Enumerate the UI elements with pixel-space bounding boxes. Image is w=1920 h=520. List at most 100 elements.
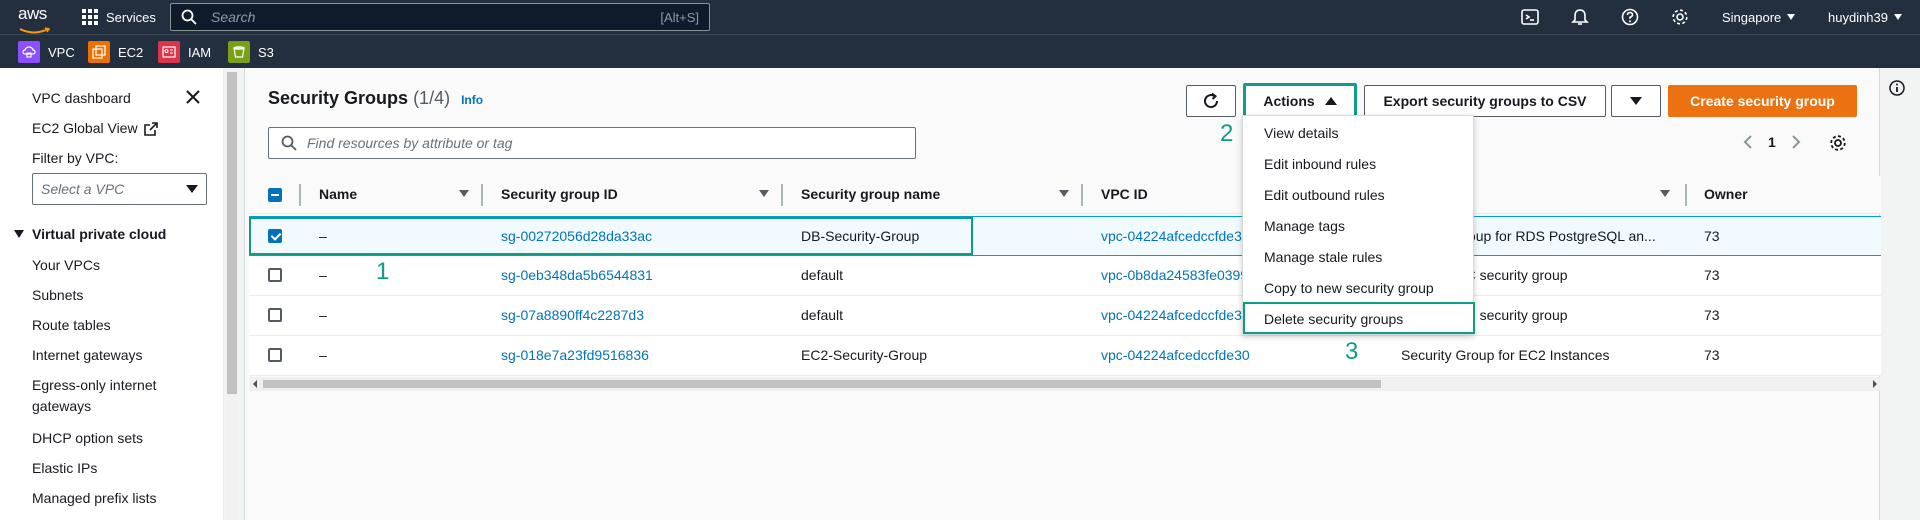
- info-link[interactable]: Info: [461, 93, 483, 107]
- menu-item-view-details[interactable]: View details: [1264, 125, 1338, 141]
- sidebar-item-route-tables[interactable]: Route tables: [32, 316, 111, 335]
- chevron-left-icon[interactable]: [1742, 134, 1754, 150]
- favorite-s3[interactable]: S3: [228, 41, 274, 63]
- column-divider: [299, 184, 301, 206]
- scroll-left-arrow-icon[interactable]: [252, 380, 258, 388]
- notifications-icon[interactable]: [1571, 8, 1589, 26]
- cell-security-group-id[interactable]: sg-018e7a23fd9516836: [501, 347, 649, 363]
- sidebar-item-elastic-ips[interactable]: Elastic IPs: [32, 459, 97, 478]
- sidebar-item-managed-prefix-lists[interactable]: Managed prefix lists: [32, 489, 157, 508]
- row-checkbox[interactable]: [268, 268, 282, 282]
- column-header-security-group-id[interactable]: Security group ID: [501, 186, 618, 202]
- cell-vpc-id[interactable]: vpc-04224afcedccfde30: [1101, 228, 1250, 244]
- menu-item-manage-stale-rules[interactable]: Manage stale rules: [1264, 249, 1382, 265]
- table-horizontal-scrollbar[interactable]: [249, 377, 1881, 391]
- caret-up-icon: [1324, 97, 1337, 105]
- cell-name: –: [319, 347, 327, 363]
- menu-item-edit-outbound-rules[interactable]: Edit outbound rules: [1264, 187, 1385, 203]
- settings-gear-icon[interactable]: [1671, 8, 1689, 26]
- scrollbar-thumb[interactable]: [227, 72, 237, 394]
- cell-owner: 73: [1704, 307, 1720, 323]
- cell-security-group-name: default: [801, 267, 844, 283]
- services-grid-icon: [82, 9, 98, 25]
- chevron-right-icon[interactable]: [1790, 134, 1802, 150]
- filter-placeholder: Find resources by attribute or tag: [307, 135, 513, 151]
- main-content: Security Groups (1/4) Info Actions Expor…: [240, 68, 1905, 520]
- table-row[interactable]: – sg-07a8890ff4c2287d3 default vpc-04224…: [249, 296, 1881, 336]
- sort-caret-icon[interactable]: [459, 190, 469, 197]
- sort-caret-icon[interactable]: [759, 190, 769, 197]
- favorite-iam[interactable]: IAM: [158, 41, 211, 63]
- column-header-vpc-id[interactable]: VPC ID: [1101, 186, 1148, 202]
- vpc-service-icon: [18, 41, 40, 63]
- export-label: Export security groups to CSV: [1383, 93, 1587, 109]
- table-row[interactable]: – sg-0eb348da5b6544831 default vpc-0b8da…: [249, 256, 1881, 296]
- cell-security-group-id[interactable]: sg-0eb348da5b6544831: [501, 267, 653, 283]
- export-csv-button[interactable]: Export security groups to CSV: [1364, 85, 1606, 117]
- cell-vpc-id[interactable]: vpc-0b8da24583fe0399: [1101, 267, 1248, 283]
- region-label: Singapore: [1722, 9, 1782, 25]
- aws-logo[interactable]: aws: [18, 5, 52, 34]
- actions-label: Actions: [1263, 93, 1315, 109]
- sidebar-item-egress-only-internet-gateways[interactable]: Egress-only internet gateways: [32, 376, 157, 416]
- sidebar-item-dhcp-option-sets[interactable]: DHCP option sets: [32, 429, 143, 448]
- column-header-security-group-name[interactable]: Security group name: [801, 186, 940, 202]
- cell-vpc-id[interactable]: vpc-04224afcedccfde30: [1101, 307, 1250, 323]
- favorite-vpc[interactable]: VPC: [18, 41, 75, 63]
- page-title: Security Groups (1/4) Info: [268, 88, 483, 109]
- cell-owner: 73: [1704, 347, 1720, 363]
- select-all-checkbox[interactable]: [268, 188, 282, 202]
- table-preferences-gear-icon[interactable]: [1829, 134, 1847, 152]
- row-checkbox[interactable]: [268, 308, 282, 322]
- sidebar-item-subnets[interactable]: Subnets: [32, 286, 83, 305]
- cell-name: –: [319, 307, 327, 323]
- sidebar-item-ec2-global-view[interactable]: EC2 Global View: [32, 119, 158, 138]
- info-panel-icon[interactable]: [1889, 80, 1905, 96]
- cell-vpc-id[interactable]: vpc-04224afcedccfde30: [1101, 347, 1250, 363]
- delete-item-highlight: [1243, 302, 1475, 334]
- cell-name: –: [319, 267, 327, 283]
- cloudshell-icon[interactable]: [1521, 8, 1539, 26]
- sidebar-item-internet-gateways[interactable]: Internet gateways: [32, 346, 143, 365]
- page-title-text: Security Groups: [268, 88, 409, 108]
- cell-security-group-name: default: [801, 307, 844, 323]
- search-icon: [181, 9, 197, 25]
- caret-down-icon: [1894, 14, 1902, 20]
- sort-caret-icon[interactable]: [1059, 190, 1069, 197]
- refresh-button[interactable]: [1186, 85, 1236, 117]
- region-selector[interactable]: Singapore: [1722, 0, 1796, 34]
- menu-item-copy-to-new-security-group[interactable]: Copy to new security group: [1264, 280, 1434, 296]
- step-label-1: 1: [376, 258, 390, 285]
- help-icon[interactable]: [1621, 8, 1639, 26]
- page-number[interactable]: 1: [1768, 134, 1776, 150]
- vpc-filter-select[interactable]: Select a VPC: [32, 173, 207, 205]
- sidebar-item-vpc-dashboard[interactable]: VPC dashboard: [32, 89, 131, 108]
- step-label-2: 2: [1220, 120, 1234, 147]
- resource-filter-input[interactable]: Find resources by attribute or tag: [268, 127, 916, 159]
- services-menu[interactable]: Services: [82, 0, 156, 34]
- external-link-icon: [143, 121, 158, 136]
- global-search-input[interactable]: Search [Alt+S]: [170, 3, 710, 31]
- sidebar-item-your-vpcs[interactable]: Your VPCs: [32, 256, 100, 275]
- scrollbar-thumb[interactable]: [263, 380, 1381, 388]
- create-security-group-button[interactable]: Create security group: [1668, 85, 1857, 117]
- sort-caret-icon[interactable]: [1660, 190, 1670, 197]
- caret-down-icon: [14, 230, 24, 238]
- pagination: 1: [1742, 134, 1802, 150]
- sidebar-section-virtual-private-cloud[interactable]: Virtual private cloud: [14, 226, 166, 242]
- column-header-name[interactable]: Name: [319, 186, 357, 202]
- favorite-ec2[interactable]: EC2: [88, 41, 143, 63]
- account-menu[interactable]: huydinh39: [1828, 0, 1902, 34]
- scroll-right-arrow-icon[interactable]: [1872, 380, 1878, 388]
- actions-button[interactable]: Actions: [1243, 83, 1357, 119]
- cell-security-group-id[interactable]: sg-07a8890ff4c2287d3: [501, 307, 644, 323]
- sidebar-scrollbar[interactable]: [226, 68, 238, 520]
- menu-item-manage-tags[interactable]: Manage tags: [1264, 218, 1345, 234]
- cell-owner: 73: [1704, 267, 1720, 283]
- menu-item-edit-inbound-rules[interactable]: Edit inbound rules: [1264, 156, 1376, 172]
- close-icon[interactable]: [184, 88, 202, 106]
- table-row[interactable]: – sg-018e7a23fd9516836 EC2-Security-Grou…: [249, 336, 1881, 376]
- row-checkbox[interactable]: [268, 348, 282, 362]
- export-options-button[interactable]: [1611, 85, 1661, 117]
- column-header-owner[interactable]: Owner: [1704, 186, 1748, 202]
